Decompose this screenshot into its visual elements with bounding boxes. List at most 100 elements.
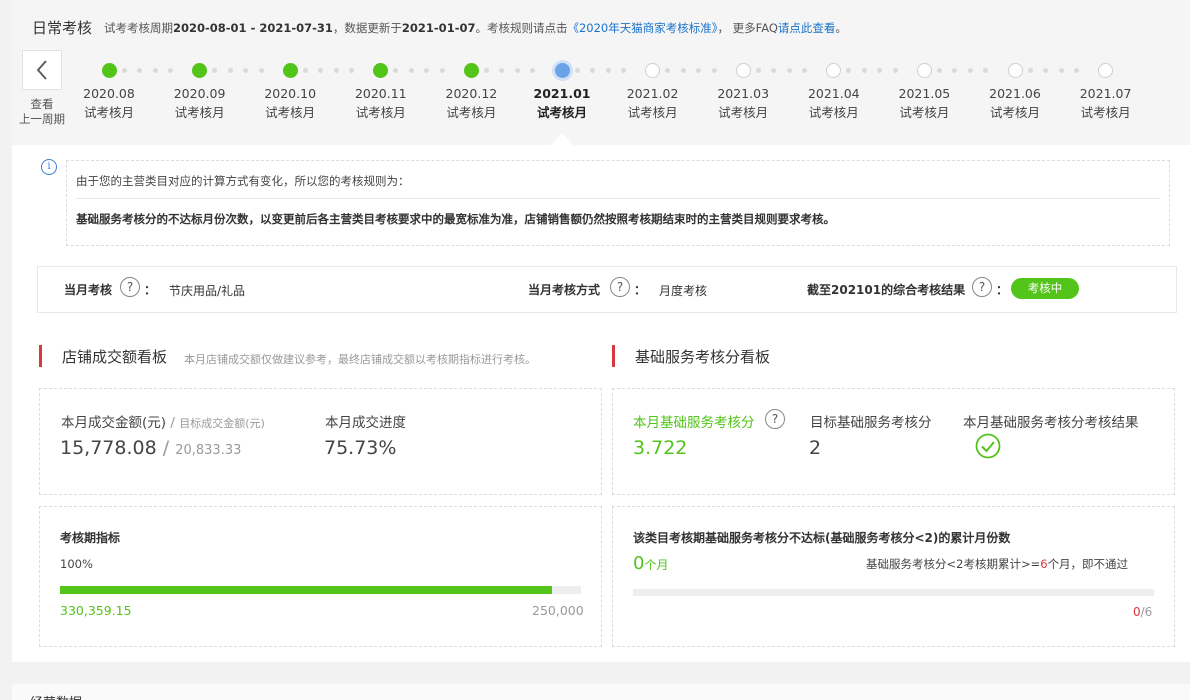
- method-label: 当月考核方式: [528, 283, 601, 297]
- fail-rule-row: 基础服务考核分<2考核期累计>=6个月，即不通过: [866, 556, 1128, 572]
- timeline-month-item[interactable]: 2020.10 试考核月: [250, 84, 330, 122]
- timeline-connector-dot: [393, 67, 399, 73]
- timeline-connector-dot: [333, 67, 339, 73]
- timeline-connector-dot: [983, 67, 989, 73]
- status-badge: 考核中: [1011, 278, 1079, 299]
- timeline-connector-dot: [408, 67, 414, 73]
- timeline-dot[interactable]: [463, 62, 479, 78]
- timeline-dot[interactable]: [373, 62, 389, 78]
- timeline-connector-dot: [1043, 67, 1048, 73]
- prev-period-label[interactable]: 查看 上一周期: [14, 97, 70, 127]
- desc-mid: ，数据更新于: [332, 21, 402, 35]
- timeline-month-item[interactable]: 2020.12 试考核月: [431, 84, 511, 122]
- timeline-connector-dot: [892, 67, 898, 73]
- store-turnover-title: 店铺成交额看板: [62, 348, 168, 366]
- target-score-value: 2: [809, 437, 822, 459]
- timeline-dot[interactable]: [192, 62, 208, 78]
- next-section-title: 经营数据: [30, 692, 82, 700]
- timeline-connector-dot: [424, 67, 430, 73]
- timeline-connector-dot: [590, 67, 595, 73]
- amount-row: 15,778.08 / 20,833.33: [60, 437, 241, 459]
- timeline-month-item[interactable]: 2021.04 试考核月: [794, 84, 874, 122]
- method-value: 月度考核: [659, 284, 708, 298]
- prev-line1: 查看: [30, 97, 54, 111]
- timeline-connector-dot: [696, 67, 702, 73]
- timeline-month: 2021.01: [533, 86, 591, 101]
- amount-label: 本月成交金额(元): [61, 415, 167, 431]
- rule-num: 6: [1040, 557, 1048, 571]
- question-circle-icon[interactable]: ?: [610, 277, 630, 297]
- service-score-panel: [612, 388, 1175, 495]
- timeline-connector-dot: [121, 67, 127, 73]
- question-circle-icon[interactable]: ?: [972, 277, 992, 297]
- timeline-connector-dot: [530, 67, 536, 73]
- rule-suffix: 个月，即不通过: [1047, 557, 1129, 571]
- timeline-month: 2021.05: [898, 86, 951, 101]
- timeline-dot[interactable]: [826, 62, 842, 78]
- timeline-dot[interactable]: [735, 62, 751, 78]
- timeline-connector-dot: [514, 67, 520, 73]
- target-score-label: 目标基础服务考核分: [810, 415, 932, 431]
- colon: ：: [996, 283, 1009, 297]
- timeline-dot[interactable]: [101, 62, 117, 78]
- rule-prefix: 基础服务考核分<2考核期累计>=: [866, 557, 1041, 571]
- timeline-connector-dot: [802, 67, 808, 73]
- chevron-left-icon: [36, 60, 47, 80]
- score-label: 本月基础服务考核分: [633, 415, 755, 431]
- faq-link[interactable]: 请点此查看: [778, 21, 836, 35]
- timeline-month-item[interactable]: 2021.03 试考核月: [703, 84, 783, 122]
- notice-line2: 基础服务考核分的不达标月份次数，以变更前后各主营类目考核要求中的最宽标准为准，店…: [76, 212, 835, 226]
- timeline-month: 2021.07: [1079, 86, 1132, 101]
- indicator-panel: [39, 506, 602, 647]
- progress-label: 本月成交进度: [325, 415, 406, 431]
- timeline-dot[interactable]: [645, 62, 661, 78]
- desc-prefix: 试考考核周期: [104, 21, 173, 35]
- timeline-month-item[interactable]: 2021.02 试考核月: [613, 84, 693, 122]
- timeline-connector-dot: [846, 67, 852, 73]
- timeline-month-item[interactable]: 2020.11 试考核月: [341, 84, 421, 122]
- question-circle-icon[interactable]: ?: [765, 409, 785, 429]
- page-title: 日常考核: [32, 19, 93, 37]
- timeline-connector-dot: [483, 67, 489, 73]
- timeline-connector-dot: [771, 67, 777, 73]
- timeline-dot[interactable]: [282, 62, 298, 78]
- ratio-den: /6: [1140, 605, 1153, 619]
- amount-value: 15,778.08: [60, 437, 157, 459]
- indicator-progress-fill: [60, 586, 553, 594]
- target-value: 20,833.33: [175, 443, 242, 458]
- timeline-connector-dot: [952, 67, 958, 73]
- prev-period-button[interactable]: [22, 50, 62, 90]
- indicator-title: 考核期指标: [60, 531, 121, 545]
- timeline-connector-dot: [349, 67, 355, 73]
- timeline-dot[interactable]: [1007, 62, 1023, 78]
- fail-ratio-row: 0/6: [1133, 605, 1152, 619]
- question-circle-icon[interactable]: ?: [120, 277, 140, 297]
- timeline-connector-dot: [574, 67, 580, 73]
- timeline-connector-dot: [711, 67, 717, 73]
- timeline-month-item[interactable]: 2021.07 试考核月: [1066, 84, 1146, 122]
- timeline-month: 2021.04: [807, 86, 860, 101]
- timeline-dot[interactable]: [1098, 62, 1114, 78]
- rule-link[interactable]: 《2020年天猫商家考核标准》: [567, 21, 717, 35]
- timeline-dot[interactable]: [554, 62, 570, 78]
- timeline-dot[interactable]: [916, 62, 932, 78]
- timeline-month-label: 试考核月: [627, 105, 678, 120]
- timeline-connector-dot: [243, 67, 249, 73]
- section-marker: [39, 345, 42, 367]
- indicator-actual: 330,359.15: [60, 603, 132, 618]
- timeline-month-item[interactable]: 2020.08 试考核月: [69, 84, 149, 122]
- timeline-connector-dot: [1074, 67, 1079, 73]
- timeline-month-label: 试考核月: [536, 105, 587, 120]
- timeline-month-item[interactable]: 2021.05 试考核月: [884, 84, 964, 122]
- timeline-connector-dot: [1058, 67, 1064, 73]
- timeline-connector-dot: [1027, 67, 1033, 73]
- timeline-month-item[interactable]: 2021.06 试考核月: [975, 84, 1055, 122]
- target-label: 目标成交金额(元): [179, 417, 265, 430]
- score-value: 3.722: [633, 437, 688, 459]
- timeline-month-item[interactable]: 2021.01 试考核月: [522, 84, 602, 122]
- assess-value: 节庆用品/礼品: [169, 284, 246, 298]
- timeline-month-label: 试考核月: [718, 105, 769, 120]
- timeline-month-item[interactable]: 2020.09 试考核月: [160, 84, 240, 122]
- timeline-connector-dot: [680, 67, 686, 73]
- timeline-connector-dot: [152, 67, 158, 73]
